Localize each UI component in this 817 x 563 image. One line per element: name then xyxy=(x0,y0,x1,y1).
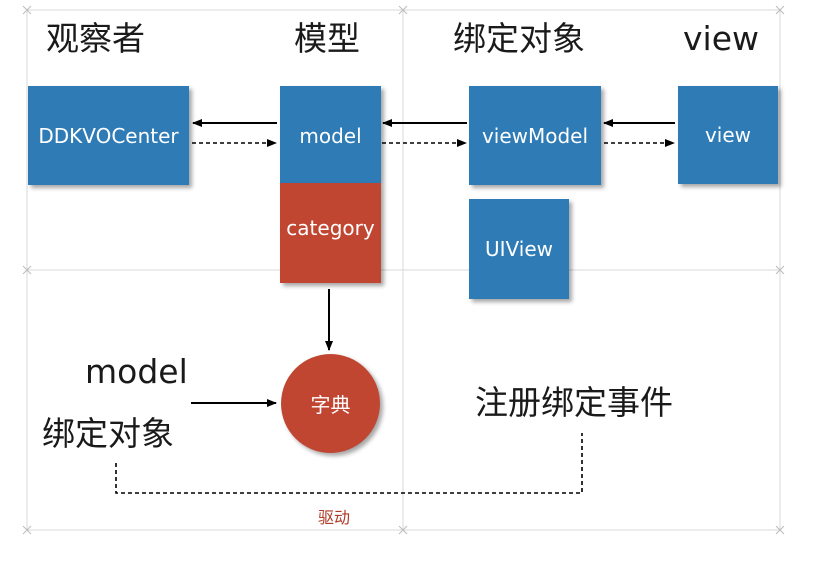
dictionary-circle: 字典 xyxy=(281,354,380,453)
model-box-label: model xyxy=(299,124,362,148)
ddkvo-center-box: DDKVOCenter xyxy=(28,86,189,185)
uiview-box: UIView xyxy=(469,199,569,299)
model-box: model xyxy=(280,86,381,183)
left-label-model: model xyxy=(85,352,188,391)
drive-label: 驱动 xyxy=(318,508,351,527)
heading-binding-object: 绑定对象 xyxy=(453,19,585,58)
register-binding-event-label: 注册绑定事件 xyxy=(475,383,673,422)
view-box: view xyxy=(678,86,778,184)
heading-model: 模型 xyxy=(294,19,360,58)
left-label-binding-object: 绑定对象 xyxy=(42,414,174,453)
viewmodel-box: viewModel xyxy=(469,86,601,185)
category-box: category xyxy=(280,183,381,283)
heading-view: view xyxy=(683,19,759,58)
diagram-connectors xyxy=(22,5,785,535)
heading-observer: 观察者 xyxy=(46,19,145,58)
category-box-label: category xyxy=(286,216,375,240)
